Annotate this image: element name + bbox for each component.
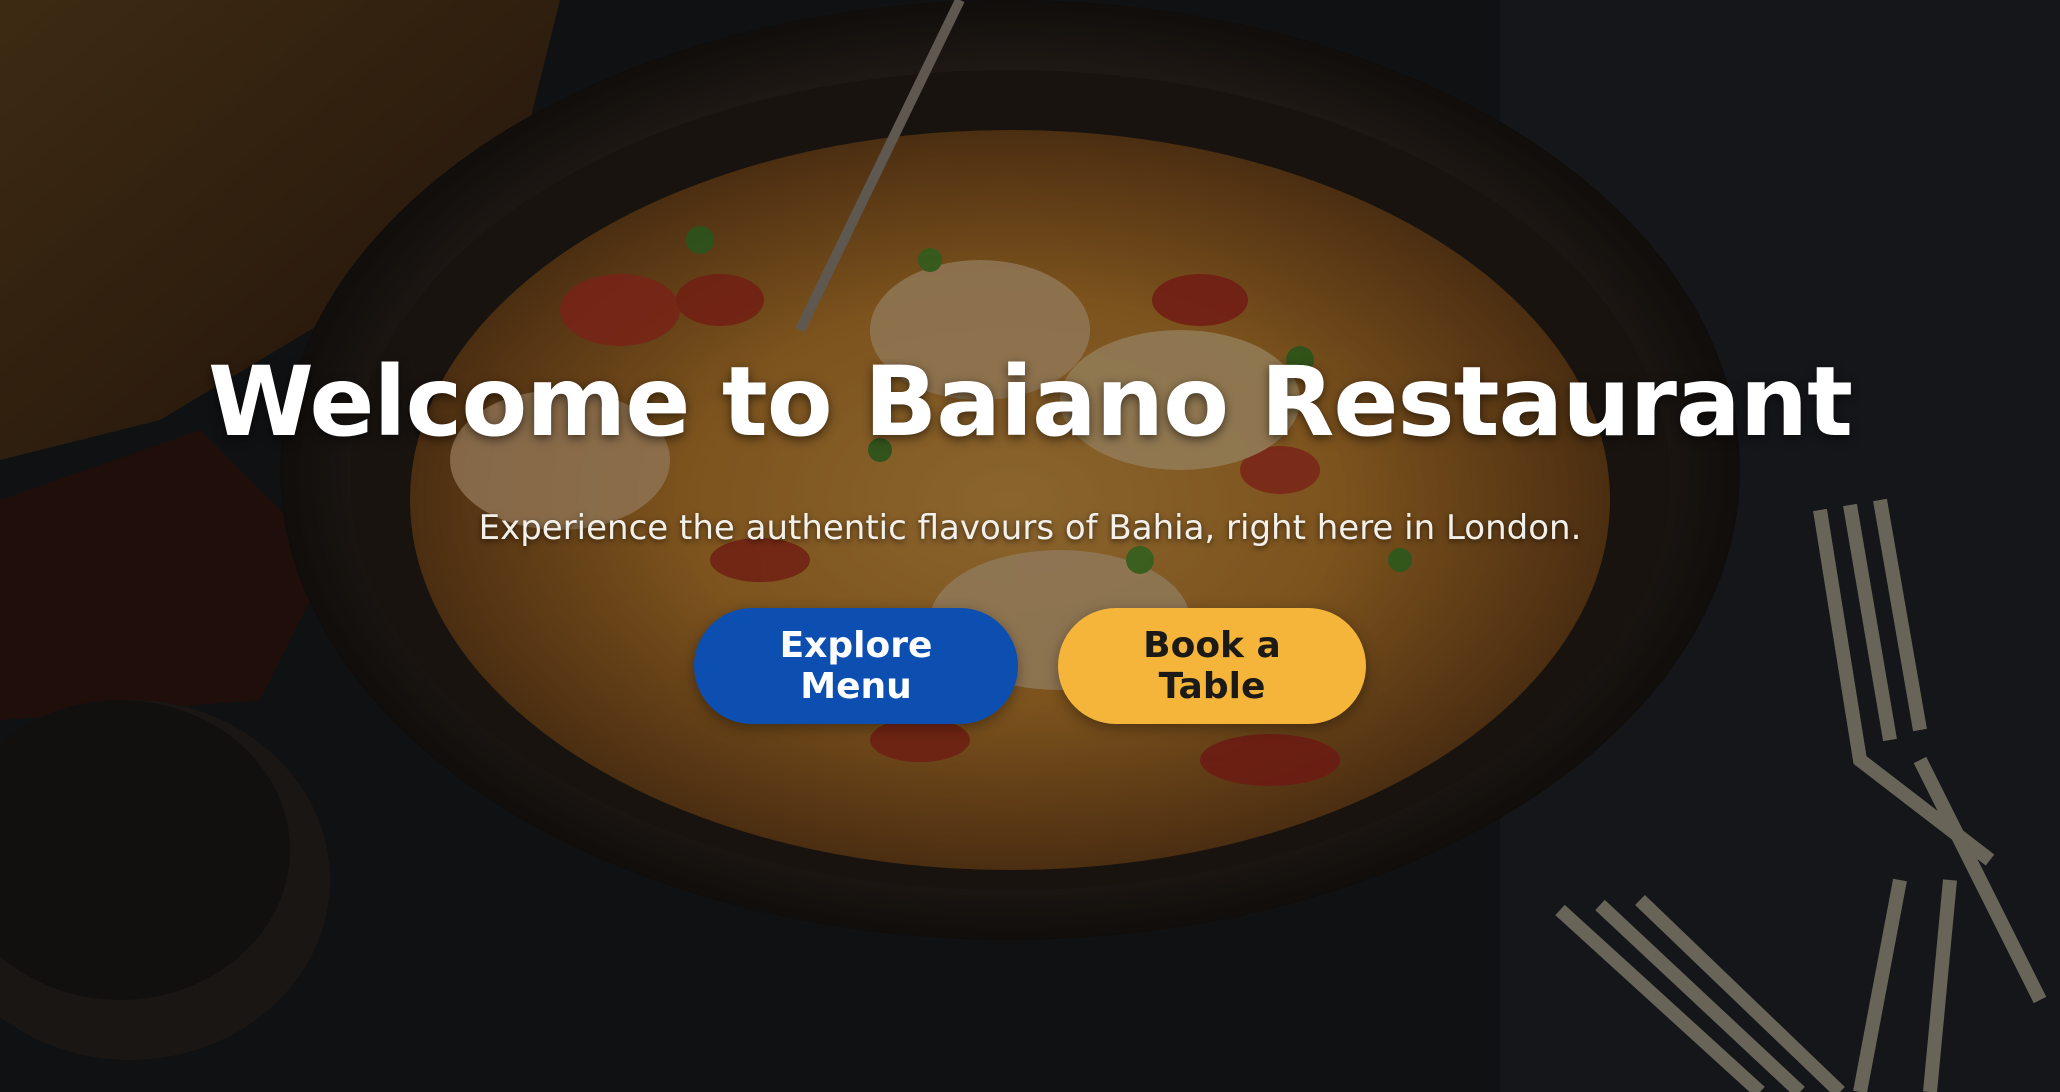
hero-actions: Explore Menu Book a Table xyxy=(0,608,2060,724)
hero-title: Welcome to Baiano Restaurant xyxy=(207,346,1853,458)
hero-subtitle: Experience the authentic flavours of Bah… xyxy=(478,508,1582,548)
hero-content: Welcome to Baiano Restaurant Experience … xyxy=(0,340,2060,724)
hero-section: Welcome to Baiano Restaurant Experience … xyxy=(0,0,2060,1092)
book-table-button[interactable]: Book a Table xyxy=(1058,608,1366,724)
explore-menu-button[interactable]: Explore Menu xyxy=(694,608,1018,724)
